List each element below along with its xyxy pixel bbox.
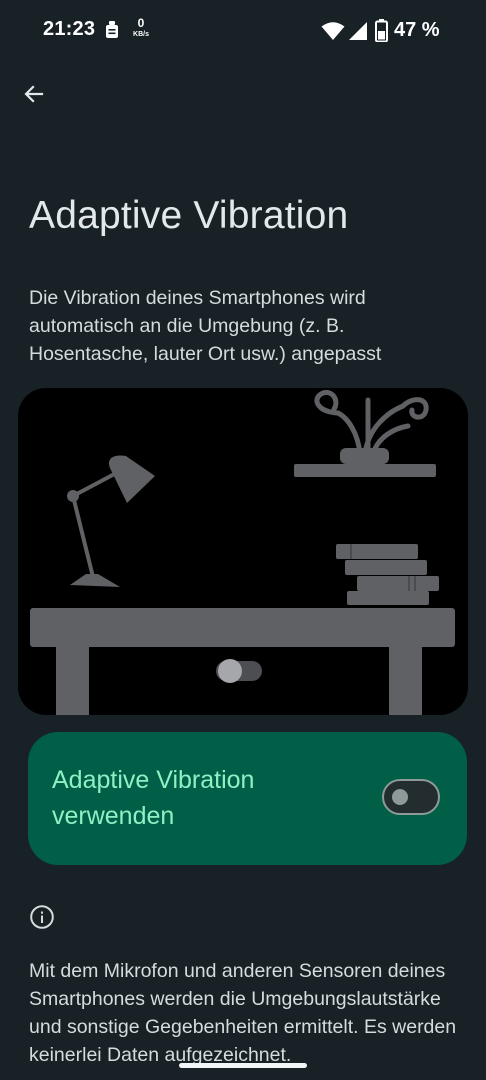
notification-icon [106,21,118,38]
network-speed: 0 KB/s [130,17,152,38]
page-title: Adaptive Vibration [29,194,349,237]
arrow-back-icon [24,85,44,103]
toggle-label: Adaptive Vibration verwenden [52,766,255,830]
adaptive-vibration-switch[interactable] [382,779,440,815]
navigation-handle[interactable] [179,1063,307,1068]
network-speed-value: 0 [137,16,145,30]
plant-pot [340,448,389,464]
cell-signal-icon [349,22,367,40]
battery-icon [375,19,388,42]
battery-percentage: 47 % [394,19,440,41]
info-text: Mit dem Mikrofon und anderen Sensoren de… [29,960,457,1066]
books-stack [336,544,439,605]
wall-shelf [294,464,436,477]
info-icon [30,905,54,929]
back-button[interactable] [14,74,54,114]
illustration [18,388,468,715]
status-time: 21:23 [43,18,96,40]
page-description: Die Vibration deines Smartphones wird au… [29,287,382,365]
plant-illustration [314,390,429,457]
switch-thumb [392,789,408,805]
screen: 21:23 0 KB/s 47 % Adaptive Vibration Die… [0,0,486,1080]
network-speed-unit: KB/s [133,31,149,38]
adaptive-vibration-toggle-card[interactable]: Adaptive Vibration verwenden [28,732,467,865]
wifi-icon [321,22,345,40]
status-bar: 21:23 0 KB/s 47 % [0,0,486,62]
drawer-toggle-illustration [216,659,262,683]
desk-lamp-illustration [67,455,155,587]
